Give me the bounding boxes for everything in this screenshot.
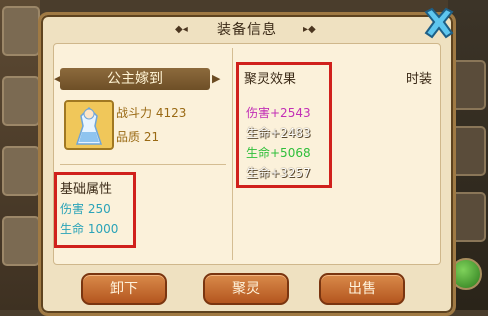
spirit-effect-4: 生命+3257 (246, 166, 311, 180)
unequip-button[interactable]: 卸下 (81, 273, 167, 305)
quality-stat: 品质 21 (116, 128, 159, 145)
equipment-info-panel: ◆◂ 装备信息 ▸◆ ◀ 公主嫁到 ▶ 战斗力 4123 品质 21 基础属性 (38, 12, 456, 316)
attr-label: 伤害 (60, 202, 85, 216)
attr-label: 生命 (60, 222, 85, 236)
base-attribute-damage: 伤害 250 (60, 200, 111, 217)
quality-value: 21 (143, 130, 160, 144)
fashion-title: 时装 (406, 72, 433, 87)
combat-power-label: 战斗力 (116, 106, 153, 120)
background-slot (2, 216, 40, 266)
background-left-panel (0, 0, 40, 310)
combat-power-stat: 战斗力 4123 (116, 104, 186, 121)
base-attribute-life: 生命 1000 (60, 220, 118, 237)
spirit-effects-title: 聚灵效果 (244, 72, 297, 87)
banner-right-ornament-icon: ▶ (212, 72, 221, 85)
column-divider (232, 48, 233, 260)
content-area: ◀ 公主嫁到 ▶ 战斗力 4123 品质 21 基础属性 伤害 250 生命 1… (53, 43, 441, 265)
title-right-ornament-icon: ▸◆ (303, 24, 316, 35)
item-name-banner: 公主嫁到 (60, 68, 210, 90)
spirit-effect-2: 生命+2483 (246, 126, 311, 140)
quality-label: 品质 (116, 130, 141, 144)
background-slot (2, 76, 40, 126)
background-slot (2, 146, 40, 196)
spirit-effect-3: 生命+5068 (246, 146, 311, 160)
close-x-icon[interactable] (422, 6, 456, 40)
base-attributes-title: 基础属性 (60, 182, 113, 197)
attr-value: 1000 (87, 222, 119, 236)
spirit-button[interactable]: 聚灵 (203, 273, 289, 305)
section-divider (60, 164, 226, 165)
combat-power-value: 4123 (155, 106, 187, 120)
attr-value: 250 (87, 202, 111, 216)
spirit-effect-1: 伤害+2543 (246, 106, 311, 120)
princess-portrait-icon[interactable] (64, 100, 114, 150)
sell-button[interactable]: 出售 (319, 273, 405, 305)
background-slot (2, 6, 40, 56)
panel-title: 装备信息 (217, 22, 277, 38)
